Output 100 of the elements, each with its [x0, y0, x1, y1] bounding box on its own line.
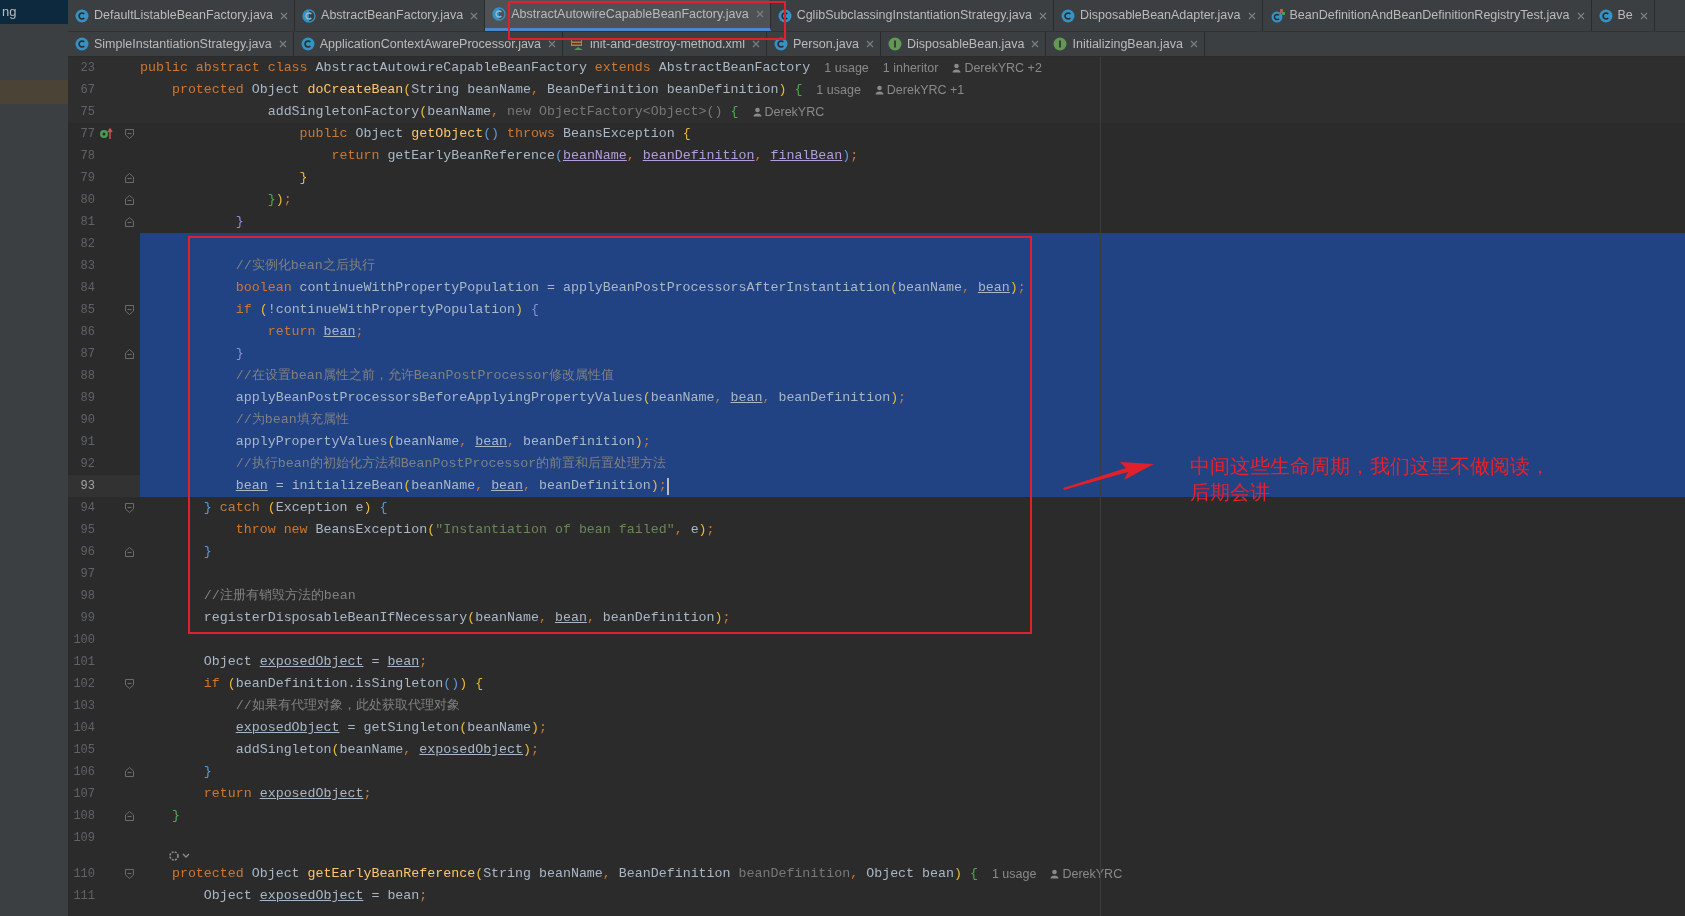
author-hint[interactable]: DerekYRC — [764, 102, 825, 122]
close-icon[interactable] — [1247, 11, 1256, 20]
line-number: 82 — [79, 236, 95, 253]
fold-icon[interactable] — [125, 349, 134, 359]
code-line: exposedObject = getSingleton(beanName); — [234, 719, 547, 738]
line-number: 111 — [72, 888, 95, 905]
fold-icon[interactable] — [125, 767, 134, 777]
line-number: 101 — [72, 654, 95, 671]
code-line: } — [234, 345, 244, 364]
line-number: 95 — [79, 522, 95, 539]
class-icon — [777, 8, 792, 23]
fold-icon[interactable] — [125, 811, 134, 821]
code-comment: //注册有销毁方法的bean — [202, 587, 356, 606]
editor-tab[interactable]: BeanDefinitionAndBeanDefinitionRegistryTest.java — [1262, 0, 1592, 31]
editor-tab[interactable]: SimpleInstantiationStrategy.java — [68, 32, 294, 56]
code-line: } catch (Exception e) { — [202, 499, 388, 518]
settings-icon[interactable] — [168, 850, 190, 862]
class-icon — [1598, 8, 1613, 23]
line-number: 89 — [79, 390, 95, 407]
abstract-class-icon — [492, 7, 507, 21]
user-icon — [1050, 869, 1060, 879]
code-line: if (!continueWithPropertyPopulation) { — [234, 301, 540, 320]
line-number: 100 — [72, 632, 95, 649]
test-class-icon — [1269, 8, 1285, 23]
usage-hint[interactable]: 1 usage — [824, 58, 869, 78]
fold-icon[interactable] — [125, 195, 134, 205]
line-number: 98 — [79, 588, 95, 605]
fold-icon[interactable] — [125, 679, 134, 689]
code-comment: //实例化bean之后执行 — [234, 257, 375, 276]
usage-hint[interactable]: 1 usage — [816, 80, 861, 100]
close-icon[interactable] — [280, 11, 289, 20]
close-icon[interactable] — [752, 40, 760, 48]
class-icon — [75, 37, 89, 51]
fold-icon[interactable] — [125, 547, 134, 557]
line-number: 87 — [79, 346, 95, 363]
code-line: addSingleton(beanName, exposedObject); — [234, 741, 540, 760]
code-line: addSingletonFactory(beanName, new ObjectFactory<Object>() { — [266, 103, 739, 122]
code-comment: //执行bean的初始化方法和BeanPostProcessor的前置和后置处理方法 — [234, 455, 667, 474]
editor-tab[interactable]: AbstractAutowireCapableBeanFactory.java — [485, 0, 771, 31]
line-number: 96 — [79, 544, 95, 561]
line-number: 91 — [79, 434, 95, 451]
editor-tab[interactable]: DisposableBean.java — [881, 32, 1047, 56]
project-item[interactable]: ng — [2, 2, 17, 22]
close-icon[interactable] — [755, 10, 764, 18]
code-line: public Object getObject() throws BeansException { — [298, 125, 691, 144]
code-line: if (beanDefinition.isSingleton()) { — [202, 675, 484, 694]
editor-tab[interactable]: DefaultListableBeanFactory.java — [68, 0, 296, 31]
close-icon[interactable] — [1639, 11, 1648, 20]
code-line: return exposedObject; — [202, 785, 372, 804]
usage-hint[interactable]: 1 usage — [991, 864, 1037, 884]
fold-icon[interactable] — [125, 217, 134, 227]
interface-icon — [1053, 37, 1068, 51]
close-icon[interactable] — [866, 40, 874, 48]
author-hint[interactable]: DerekYRC +1 — [886, 80, 965, 100]
editor-tab[interactable]: DisposableBeanAdapter.java — [1053, 0, 1263, 31]
close-icon[interactable] — [470, 11, 479, 20]
close-icon[interactable] — [548, 40, 557, 48]
class-icon — [75, 8, 89, 23]
author-hint[interactable]: DerekYRC — [1062, 864, 1123, 884]
close-icon[interactable] — [1576, 11, 1585, 20]
code-line: protected Object getEarlyBeanReference(String beanName, BeanDefinition beanDefinition, Object bean) { — [170, 865, 978, 884]
code-line: bean = initializeBean(beanName, bean, beanDefinition); — [234, 477, 667, 496]
line-number: 78 — [79, 148, 95, 165]
code-line: Object exposedObject = bean; — [202, 887, 428, 906]
close-icon[interactable] — [1031, 40, 1040, 48]
code-line: } — [170, 807, 180, 826]
code-line: boolean continueWithPropertyPopulation = applyBeanPostProcessorsAfterInstantiation(beanName, bean); — [234, 279, 1026, 298]
editor-tab[interactable]: CglibSubclassingInstantiationStrategy.java — [770, 0, 1054, 31]
fold-icon[interactable] — [125, 869, 134, 879]
close-icon[interactable] — [1189, 40, 1198, 48]
close-icon[interactable] — [1038, 11, 1047, 20]
line-number: 106 — [72, 764, 95, 781]
fold-icon[interactable] — [125, 503, 134, 513]
fold-icon[interactable] — [125, 305, 134, 315]
annotation-text: 中间这些生命周期，我们这里不做阅读， — [1190, 454, 1550, 479]
line-number: 108 — [72, 808, 95, 825]
fold-icon[interactable] — [125, 173, 134, 183]
editor-tab[interactable]: Person.java — [767, 32, 881, 56]
editor-tab[interactable]: Be — [1591, 0, 1655, 31]
line-number: 67 — [79, 82, 95, 99]
editor-tab[interactable]: init-and-destroy-method.xml — [563, 32, 767, 56]
code-comment: //如果有代理对象，此处获取代理对象 — [234, 697, 460, 716]
line-number: 110 — [72, 866, 95, 883]
code-line: return getEarlyBeanReference(beanName, beanDefinition, finalBean); — [330, 147, 859, 166]
line-number: 99 — [79, 610, 95, 627]
code-line: } — [298, 169, 308, 188]
fold-icon[interactable] — [125, 129, 134, 139]
editor-tab[interactable]: ApplicationContextAwareProcessor.java — [293, 32, 564, 56]
line-number: 93 — [79, 478, 95, 495]
override-icon[interactable] — [99, 128, 113, 140]
code-line: return bean; — [266, 323, 364, 342]
usage-hint[interactable]: 1 inheritor — [882, 58, 939, 78]
close-icon[interactable] — [278, 40, 287, 48]
editor-tab[interactable]: InitializingBean.java — [1046, 32, 1205, 56]
class-icon — [300, 37, 315, 51]
line-number: 92 — [79, 456, 95, 473]
line-number: 104 — [72, 720, 95, 737]
line-number: 75 — [79, 104, 95, 121]
author-hint[interactable]: DerekYRC +2 — [964, 58, 1042, 78]
user-icon — [752, 107, 762, 117]
